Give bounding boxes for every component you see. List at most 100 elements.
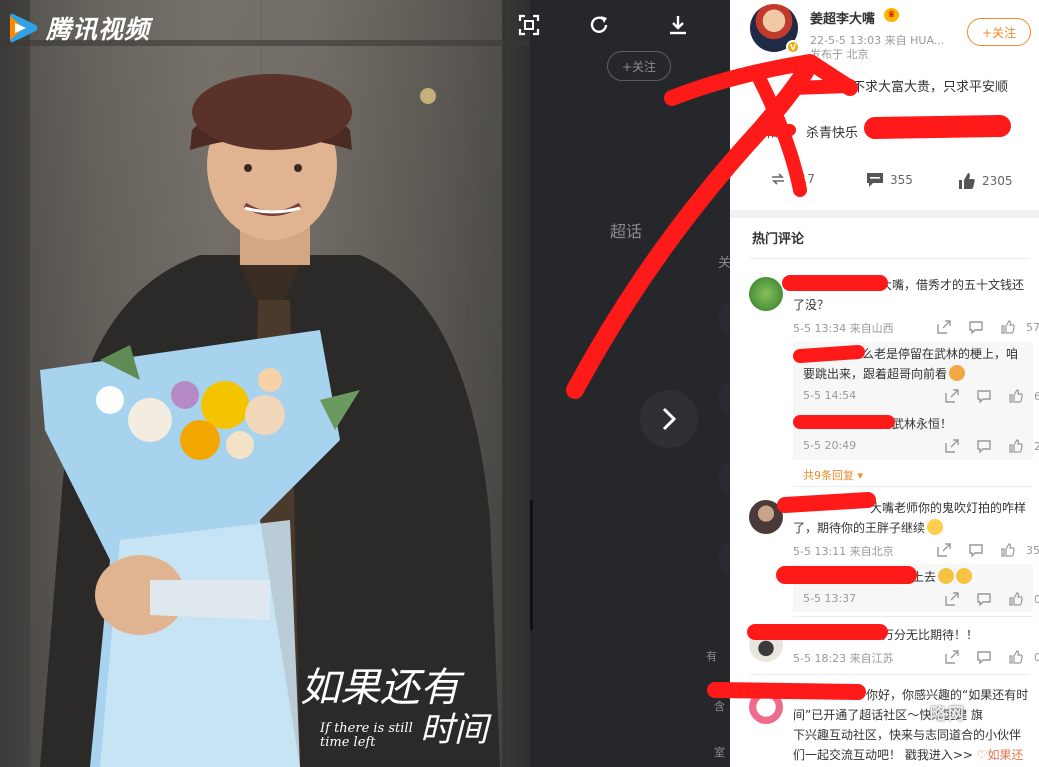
next-image-button[interactable] bbox=[640, 390, 698, 448]
commenter-avatar[interactable] bbox=[749, 277, 783, 311]
divider-line bbox=[793, 486, 1033, 487]
more-replies-link[interactable]: 共9条回复 ▾ bbox=[803, 467, 863, 483]
reply-actions: 2 bbox=[936, 438, 1039, 454]
post-text-line: 不求大富大贵，只求平安顺 bbox=[852, 80, 1009, 95]
topic-link[interactable]: ♡如果还 bbox=[977, 748, 1024, 762]
rotate-icon[interactable] bbox=[582, 8, 616, 42]
poster-title-line2: 时间 bbox=[420, 710, 488, 750]
like-button[interactable]: 2305 bbox=[958, 172, 1013, 190]
background-topic-label: 超话 bbox=[610, 222, 643, 241]
thumbs-up-icon[interactable] bbox=[1000, 438, 1032, 454]
background-side-char: 关 bbox=[718, 256, 730, 271]
verified-badge-icon: V bbox=[786, 40, 800, 54]
viewer-toolbar bbox=[512, 8, 546, 42]
comment-icon[interactable] bbox=[968, 438, 1000, 454]
comment-icon[interactable] bbox=[968, 591, 1000, 607]
comment-like-count: 35 bbox=[1026, 543, 1039, 557]
commenter-avatar[interactable] bbox=[749, 500, 783, 534]
repost-count: 217 bbox=[792, 172, 815, 186]
reply-text: 么老是停留在武林的梗上，咱 bbox=[862, 347, 1019, 361]
viewer-toolbar-download bbox=[661, 8, 695, 42]
photo bbox=[0, 0, 530, 767]
share-icon[interactable] bbox=[936, 649, 968, 665]
background-follow-button: +关注 bbox=[607, 51, 671, 81]
avatar[interactable]: V bbox=[750, 4, 800, 54]
scrollbar-thumb[interactable] bbox=[530, 500, 533, 630]
poster-english-line2: time left bbox=[320, 735, 376, 750]
background-avatar bbox=[718, 380, 730, 416]
background-side-char: 有 bbox=[706, 650, 717, 663]
comment-icon[interactable] bbox=[960, 319, 992, 335]
background-side-char: 室 bbox=[714, 746, 725, 759]
photo-viewer: 腾讯视频 +关注 超话 关 有 含 室 如果还有 时间 If there is … bbox=[0, 0, 730, 767]
comment-meta: 5-5 18:23 来自江苏 bbox=[793, 652, 894, 665]
username[interactable]: 姜超李大嘴 bbox=[810, 8, 875, 27]
commenter-avatar[interactable] bbox=[749, 628, 783, 662]
post-panel: V 姜超李大嘴 ♛ 22-5-5 13:03 来自 HUA... 发布于 北京 … bbox=[730, 0, 1039, 767]
person-figure bbox=[40, 74, 500, 767]
poster-watermark: 如果还有 时间 If there is still time left bbox=[300, 668, 488, 751]
background-avatar bbox=[718, 460, 730, 496]
comment-text: 们一起交流互动吧！ 戳我进入>> ♡如果还 bbox=[793, 748, 1024, 762]
reply-text: 要跳出来，跟着超哥向前看 bbox=[803, 364, 966, 384]
divider-line bbox=[793, 616, 1033, 617]
emoji-icon bbox=[927, 519, 944, 535]
comment-text: 了没？ bbox=[793, 298, 830, 312]
fit-screen-icon[interactable] bbox=[512, 8, 546, 42]
tencent-video-logo: 腾讯视频 bbox=[6, 10, 150, 46]
reply-like-count: 2 bbox=[1034, 439, 1039, 453]
reply-actions: 6 bbox=[936, 388, 1039, 404]
comment-icon[interactable] bbox=[968, 388, 1000, 404]
comment-meta: 5-5 13:11 来自北京 bbox=[793, 545, 894, 558]
share-icon[interactable] bbox=[928, 542, 960, 558]
comment-like-count: 0 bbox=[1034, 650, 1039, 664]
share-icon[interactable] bbox=[936, 388, 968, 404]
section-divider bbox=[730, 210, 1039, 218]
poster-english-line1: If there is still bbox=[320, 721, 413, 736]
comment-actions: 57 bbox=[928, 319, 1039, 335]
reply-like-count: 6 bbox=[1034, 389, 1039, 403]
background-avatar bbox=[718, 300, 730, 336]
comment-button[interactable]: 355 bbox=[866, 172, 913, 188]
divider-line bbox=[750, 258, 1030, 259]
download-icon[interactable] bbox=[661, 8, 695, 42]
screen: 腾讯视频 +关注 超话 关 有 含 室 如果还有 时间 If there is … bbox=[0, 0, 1039, 767]
reply-text: 武林永恒！ bbox=[892, 417, 953, 431]
commenter-avatar[interactable] bbox=[749, 690, 783, 724]
thumbs-up-icon[interactable] bbox=[1000, 649, 1032, 665]
comment-icon[interactable] bbox=[968, 649, 1000, 665]
repost-icon bbox=[772, 173, 784, 185]
comment-icon[interactable] bbox=[960, 542, 992, 558]
emoji-icon bbox=[956, 568, 973, 584]
post-location: 发布于 北京 bbox=[810, 48, 869, 61]
muscle-emoji-icon bbox=[949, 365, 966, 381]
thumbs-up-icon[interactable] bbox=[1000, 388, 1032, 404]
emoji-icon bbox=[938, 568, 955, 584]
thumbs-up-icon[interactable] bbox=[992, 542, 1024, 558]
comment-actions: 35 bbox=[928, 542, 1039, 558]
thumbs-up-icon[interactable] bbox=[992, 319, 1024, 335]
comment-like-count: 57 bbox=[1026, 320, 1039, 334]
comment-text: 下兴趣互动社区，快来与志同道合的小伙伴 bbox=[793, 728, 1022, 742]
like-count: 2305 bbox=[982, 174, 1013, 188]
background-avatar bbox=[718, 540, 730, 576]
divider-line bbox=[750, 674, 1030, 675]
comment-meta: 5-5 13:34 来自山西 bbox=[793, 322, 894, 335]
share-icon[interactable] bbox=[936, 438, 968, 454]
share-icon[interactable] bbox=[936, 591, 968, 607]
follow-button[interactable]: +关注 bbox=[967, 18, 1031, 46]
hot-comments-title: 热门评论 bbox=[752, 232, 805, 247]
thumbs-up-icon[interactable] bbox=[1000, 591, 1032, 607]
comment-actions: 0 bbox=[936, 649, 1039, 665]
share-icon[interactable] bbox=[928, 319, 960, 335]
repost-button[interactable]: 217 bbox=[770, 172, 815, 186]
reply-meta: 5-5 14:54 bbox=[803, 389, 857, 402]
reply-meta: 5-5 20:49 bbox=[803, 439, 857, 452]
comment-icon bbox=[867, 173, 883, 187]
thumbs-up-icon bbox=[959, 173, 975, 189]
post-actions: 217 355 2305 bbox=[770, 172, 1030, 196]
comment-text: 了，期待你的王胖子继续 bbox=[793, 518, 944, 538]
comment-text: 万分无比期待！！ bbox=[882, 628, 979, 642]
post-text-line: 杀青快乐 bbox=[806, 126, 859, 141]
comment-text: 大嘴老师你的鬼吹灯拍的咋样 bbox=[870, 501, 1027, 515]
